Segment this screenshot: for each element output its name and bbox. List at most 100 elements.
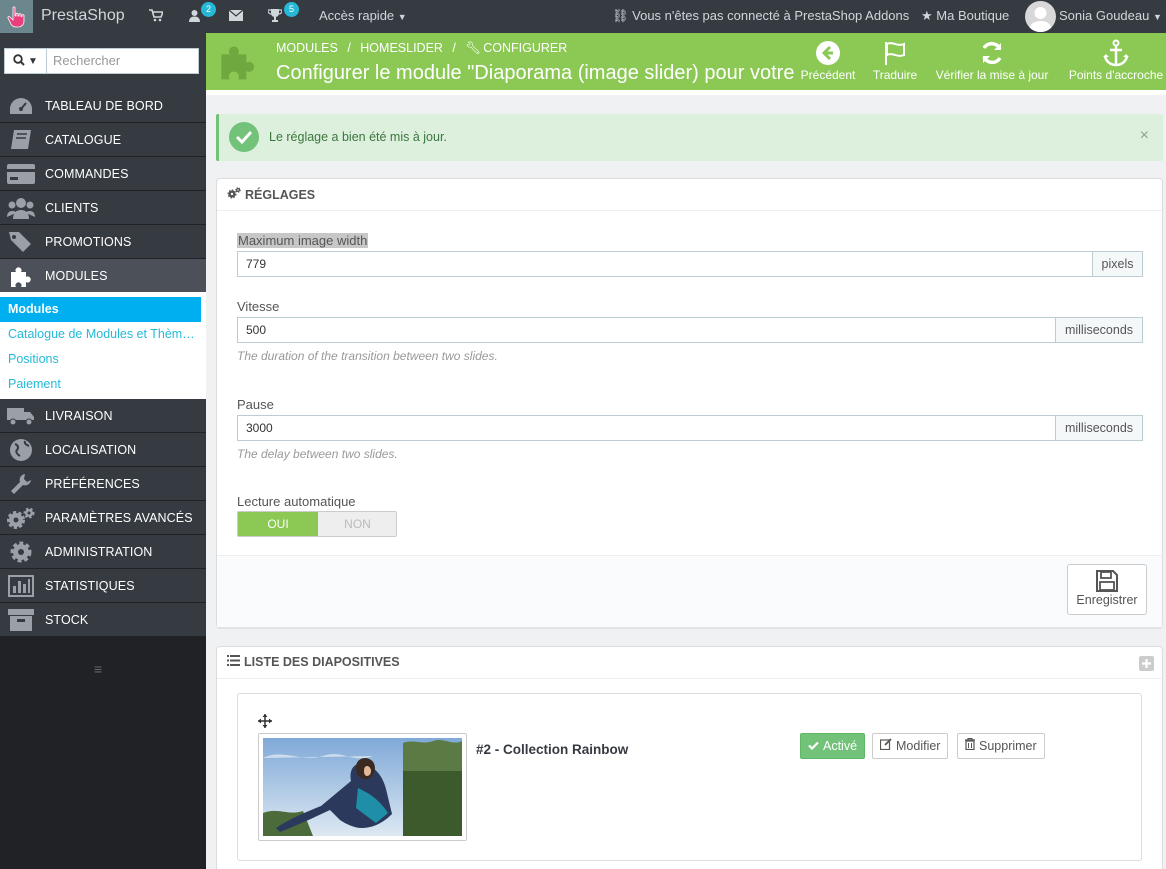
speed-input[interactable]: 500 [237, 317, 1056, 343]
slide-thumbnail[interactable] [258, 733, 467, 841]
user-menu[interactable]: Sonia Goudeau ▼ [1059, 8, 1162, 23]
translate-label: Traduire [872, 68, 918, 82]
breadcrumb-separator: / [452, 41, 456, 55]
check-update-button[interactable]: Vérifier la mise à jour [932, 38, 1052, 86]
back-label: Précédent [800, 68, 856, 82]
sidebar-item-label: LIVRAISON [45, 409, 113, 423]
page-header: MODULES / HOMESLIDER / 🔧︎ CONFIGURER Conf… [206, 33, 1166, 90]
autoplay-label: Lecture automatique [237, 494, 356, 509]
slides-panel: LISTE DES DIAPOSITIVES #2 - Collection R… [216, 646, 1163, 869]
check-circle-icon [229, 122, 259, 152]
addons-status-label: Vous n'êtes pas connecté à PrestaShop Ad… [632, 8, 910, 23]
sidebar-item-catalog[interactable]: CATALOGUE [0, 123, 206, 157]
addons-status-link[interactable]: ⛓ Vous n'êtes pas connecté à PrestaShop … [612, 8, 909, 24]
check-icon [808, 734, 819, 758]
success-alert: Le réglage a bien été mis à jour. × [216, 114, 1163, 161]
pause-label: Pause [237, 397, 274, 412]
cogs-icon [227, 187, 241, 202]
translate-button[interactable]: Traduire [868, 38, 922, 86]
add-slide-icon[interactable] [1139, 656, 1154, 674]
sidebar-item-stock[interactable]: STOCK [0, 603, 206, 637]
breadcrumb-item-homeslider[interactable]: HOMESLIDER [360, 41, 443, 55]
sidebar-item-label: PROMOTIONS [45, 235, 132, 249]
my-shop-label: Ma Boutique [936, 8, 1010, 23]
search-input[interactable]: Rechercher [46, 48, 199, 74]
my-shop-link[interactable]: ★ Ma Boutique [921, 8, 1009, 24]
sidebar-item-label: PRÉFÉRENCES [45, 477, 140, 491]
sidebar-item-orders[interactable]: COMMANDES [0, 157, 206, 191]
quick-access-menu[interactable]: Accès rapide ▼ [319, 8, 407, 23]
cart-icon[interactable] [149, 9, 165, 25]
close-alert-button[interactable]: × [1140, 127, 1149, 145]
trash-icon [965, 734, 975, 758]
panel-divider [217, 210, 1162, 211]
sidebar-item-shipping[interactable]: LIVRAISON [0, 399, 206, 433]
envelope-icon[interactable] [228, 9, 244, 24]
sidebar-item-administration[interactable]: ADMINISTRATION [0, 535, 206, 569]
sidebar-item-label: ADMINISTRATION [45, 545, 153, 559]
sidebar-item-label: CATALOGUE [45, 133, 122, 147]
chain-broken-icon: ⛓ [612, 8, 629, 23]
brand-name[interactable]: PrestaShop [41, 7, 125, 25]
autoplay-off-option[interactable]: NON [318, 512, 397, 536]
sidebar-item-dashboard[interactable]: TABLEAU DE BORD [0, 89, 206, 123]
collapse-sidebar-icon[interactable]: ≡ [94, 661, 102, 677]
save-button[interactable]: Enregistrer [1067, 564, 1147, 615]
max-width-unit: pixels [1093, 251, 1143, 277]
autoplay-toggle[interactable]: OUI NON [237, 511, 397, 537]
sidebar-item-statistics[interactable]: STATISTIQUES [0, 569, 206, 603]
delete-slide-button[interactable]: Supprimer [957, 733, 1045, 759]
sidebar-item-preferences[interactable]: PRÉFÉRENCES [0, 467, 206, 501]
edit-icon [879, 734, 892, 758]
back-button[interactable]: Précédent [796, 38, 860, 86]
pause-unit: milliseconds [1056, 415, 1143, 441]
header-underbar [206, 90, 1166, 95]
flag-icon [868, 38, 922, 68]
customers-icon[interactable] [188, 9, 201, 25]
sidebar-item-localization[interactable]: LOCALISATION [0, 433, 206, 467]
delete-slide-label: Supprimer [979, 739, 1037, 753]
sidebar-item-label: TABLEAU DE BORD [45, 99, 163, 113]
max-width-input[interactable]: 779 [237, 251, 1093, 277]
sidebar-item-label: PARAMÈTRES AVANCÉS [45, 511, 193, 525]
hooks-label: Points d'accroche [1068, 68, 1164, 82]
puzzle-icon [6, 263, 36, 289]
pause-help-text: The delay between two slides. [237, 447, 398, 461]
arrow-left-circle-icon [796, 38, 860, 68]
move-handle-icon[interactable] [258, 714, 272, 731]
submenu-item-catalog-modules-themes[interactable]: Catalogue de Modules et Thèm… [0, 322, 206, 347]
trophy-icon[interactable] [267, 9, 283, 25]
prestashop-logo[interactable] [0, 0, 33, 33]
user-avatar[interactable] [1025, 1, 1056, 32]
pause-input[interactable]: 3000 [237, 415, 1056, 441]
autoplay-on-option[interactable]: OUI [238, 512, 318, 536]
quick-access-label: Accès rapide [319, 8, 395, 23]
edit-slide-label: Modifier [896, 739, 941, 753]
breadcrumb-item-modules[interactable]: MODULES [276, 41, 338, 55]
sidebar-item-promotions[interactable]: PROMOTIONS [0, 225, 206, 259]
sidebar-item-label: STATISTIQUES [45, 579, 135, 593]
page-title: Configurer le module "Diaporama (image s… [276, 62, 796, 84]
panel-divider [217, 678, 1162, 679]
submenu-item-payment[interactable]: Paiement [0, 372, 206, 397]
star-icon: ★ [921, 8, 933, 23]
breadcrumb: MODULES / HOMESLIDER / 🔧︎ CONFIGURER [276, 41, 573, 56]
edit-slide-button[interactable]: Modifier [872, 733, 949, 759]
search-scope-button[interactable]: ▼ [4, 48, 46, 74]
sidebar-item-customers[interactable]: CLIENTS [0, 191, 206, 225]
sidebar-search: ▼ Rechercher [0, 33, 206, 89]
slide-status-label: Activé [823, 739, 858, 753]
hooks-button[interactable]: Points d'accroche [1066, 38, 1166, 86]
user-name: Sonia Goudeau [1059, 8, 1150, 23]
customers-badge: 2 [201, 2, 216, 17]
slide-status-button[interactable]: Activé [800, 733, 866, 759]
sidebar-item-label: LOCALISATION [45, 443, 137, 457]
sidebar-item-advanced-parameters[interactable]: PARAMÈTRES AVANCÉS [0, 501, 206, 535]
sidebar-item-modules[interactable]: MODULES [0, 259, 206, 293]
sidebar-item-label: COMMANDES [45, 167, 129, 181]
list-item: #2 - Collection Rainbow Activé Modifier … [237, 693, 1142, 861]
panel-heading: RÉGLAGES [227, 187, 315, 202]
submenu-item-positions[interactable]: Positions [0, 347, 206, 372]
breadcrumb-item-configure: CONFIGURER [483, 41, 568, 55]
submenu-item-modules[interactable]: Modules [0, 297, 201, 322]
